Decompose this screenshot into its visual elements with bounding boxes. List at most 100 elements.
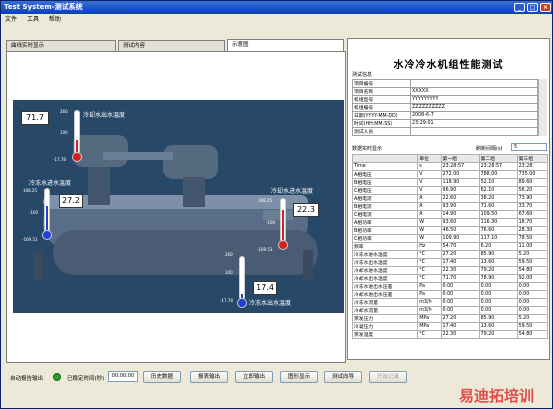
info-row: 机组编号 ZZZZZZZZZZ — [352, 103, 538, 112]
table-cell: 79.20 — [478, 330, 518, 339]
table-cell: Pa — [417, 282, 442, 291]
menu-tools[interactable]: 工具 — [23, 14, 43, 25]
table-cell: 冷冻水出水温度 — [351, 258, 419, 267]
table-row: C相电压 V 96.90 62.10 56.20 — [351, 186, 549, 195]
table-cell: 117.10 — [478, 234, 518, 243]
table-cell: 冷凝压力 — [351, 322, 419, 331]
table-cell: 5.20 — [516, 250, 549, 259]
maximize-button[interactable]: □ — [527, 3, 538, 12]
tab-test-content[interactable]: 测试内容 — [118, 40, 225, 51]
column-header: 单位 — [417, 154, 442, 163]
table-cell: 93.60 — [440, 218, 480, 227]
info-value[interactable]: ZZZZZZZZZZ — [410, 103, 538, 112]
info-row: 测试人员 — [352, 127, 538, 136]
table-cell: 17.40 — [440, 258, 480, 267]
table-cell: 蒸发压力 — [351, 314, 419, 323]
menu-help[interactable]: 帮助 — [45, 14, 65, 25]
table-cell: 62.10 — [478, 186, 518, 195]
tick-label: -100 — [266, 220, 276, 225]
menu-file[interactable]: 文件 — [1, 14, 21, 25]
info-value[interactable]: XXXXX — [410, 87, 538, 96]
info-section-label: 测试信息 — [352, 72, 373, 78]
table-row: 蒸发压力 MPa 27.20 85.90 5.20 — [351, 314, 549, 323]
table-row: 冷却水出水温度 °C 71.70 78.90 92.00 — [351, 274, 549, 283]
table-cell: 冷冻水进出水压差 — [351, 282, 419, 291]
start-record-button[interactable]: 开始记录 — [369, 371, 407, 383]
table-row: 冷冻水流量 m3/h 0.00 0.00 0.00 — [351, 298, 549, 307]
table-cell: 76.60 — [478, 226, 518, 235]
table-cell: °C — [417, 330, 442, 339]
refresh-label: 刷新间隔(s) — [476, 146, 503, 152]
table-cell: A — [417, 210, 442, 219]
table-cell: 89.60 — [516, 178, 549, 187]
table-cell: 28.30 — [516, 226, 549, 235]
output-now-button[interactable]: 立即输出 — [235, 371, 273, 383]
info-scrollbar[interactable] — [538, 79, 547, 136]
table-cell: A — [417, 202, 442, 211]
report-output-button[interactable]: 报表输出 — [190, 371, 228, 383]
info-value[interactable]: 23:29:01 — [410, 119, 538, 128]
minimize-button[interactable]: _ — [514, 3, 525, 12]
table-row: C相功率 W 109.90 117.10 78.50 — [351, 234, 549, 243]
chilled-out-readout: 17.4 — [253, 281, 277, 295]
table-cell: 54.70 — [440, 242, 480, 251]
refresh-input[interactable]: 5 — [511, 143, 547, 151]
column-header: 第二组 — [478, 154, 518, 163]
steady-time-label: 已稳定时间(秒) — [67, 376, 105, 382]
tab-schematic[interactable]: 示意图 — [227, 39, 344, 51]
info-value[interactable]: YYYYYYYYY — [410, 95, 538, 104]
table-cell: 13.60 — [478, 258, 518, 267]
table-cell: 17.40 — [440, 322, 480, 331]
table-cell: 0.00 — [516, 298, 549, 307]
tick-label: 108.25 — [23, 188, 37, 193]
info-value[interactable]: 2008-6-7 — [410, 111, 538, 120]
table-cell: 33.70 — [516, 202, 549, 211]
table-cell: 0.00 — [516, 290, 549, 299]
cooling-out-label: 冷却水出水温度 — [83, 112, 126, 119]
thermometer-bulb — [237, 298, 247, 308]
table-cell: 92.00 — [516, 274, 549, 283]
table-row: B相功率 W 46.50 76.60 28.30 — [351, 226, 549, 235]
table-row: 冷却水进出水压差 Pa 0.00 0.00 0.00 — [351, 290, 549, 299]
table-cell: 71.70 — [440, 274, 480, 283]
column-header — [351, 154, 419, 163]
table-cell: 0.00 — [478, 282, 518, 291]
table-row: 冷冻水进出水压差 Pa 0.00 0.00 0.00 — [351, 282, 549, 291]
table-row: 冷冻水进水温度 °C 27.20 85.90 5.20 — [351, 250, 549, 259]
table-cell: 22.30 — [440, 266, 480, 275]
graph-display-button[interactable]: 图形显示 — [280, 371, 318, 383]
table-row: 频率 Hz 54.70 6.20 11.00 — [351, 242, 549, 251]
table-cell: 蒸发温度 — [351, 330, 419, 339]
table-cell: 0.00 — [440, 290, 480, 299]
test-wizard-button[interactable]: 测试向导 — [324, 371, 362, 383]
table-cell: MPa — [417, 314, 442, 323]
table-cell: 116.30 — [478, 218, 518, 227]
table-cell: 0.00 — [440, 282, 480, 291]
info-table: 项目编号 项目名称 XXXXX 机组型号 YYYYYYYYY 机组编号 ZZZZZZZZZZ… — [352, 79, 538, 136]
tick-label: -169.53 — [22, 237, 38, 242]
info-value[interactable] — [410, 127, 538, 136]
table-row: 冷冻水出水温度 °C 17.40 13.60 59.50 — [351, 258, 549, 267]
table-cell: 67.60 — [516, 210, 549, 219]
close-button[interactable]: × — [540, 3, 551, 12]
table-cell: 73.90 — [516, 194, 549, 203]
thermometer-chilled-in — [44, 188, 50, 232]
table-cell: W — [417, 218, 442, 227]
table-cell: 79.20 — [478, 266, 518, 275]
table-row: A相电压 V 272.00 788.00 735.00 — [351, 170, 549, 179]
table-cell: 56.20 — [516, 186, 549, 195]
tab-curve-display[interactable]: 曲线实时显示 — [6, 40, 116, 51]
table-row: A相电流 A 22.60 38.20 73.90 — [351, 194, 549, 203]
table-cell: 0.00 — [516, 282, 549, 291]
info-value[interactable] — [410, 79, 538, 88]
table-cell: 118.90 — [440, 178, 480, 187]
table-cell: 0.00 — [516, 306, 549, 315]
history-data-button[interactable]: 历史数据 — [143, 371, 181, 383]
table-cell: A — [417, 194, 442, 203]
table-row: 冷凝压力 MPa 17.40 13.60 59.50 — [351, 322, 549, 331]
table-row: Time s 23:28:57 23:28:57 23:28: — [351, 162, 549, 171]
auto-report-label: 自动报告输出 — [10, 376, 44, 382]
info-key: 项目编号 — [352, 79, 411, 88]
title-bar: Test System-测试系统 _ □ × — [1, 1, 552, 14]
table-cell: 0.00 — [478, 306, 518, 315]
